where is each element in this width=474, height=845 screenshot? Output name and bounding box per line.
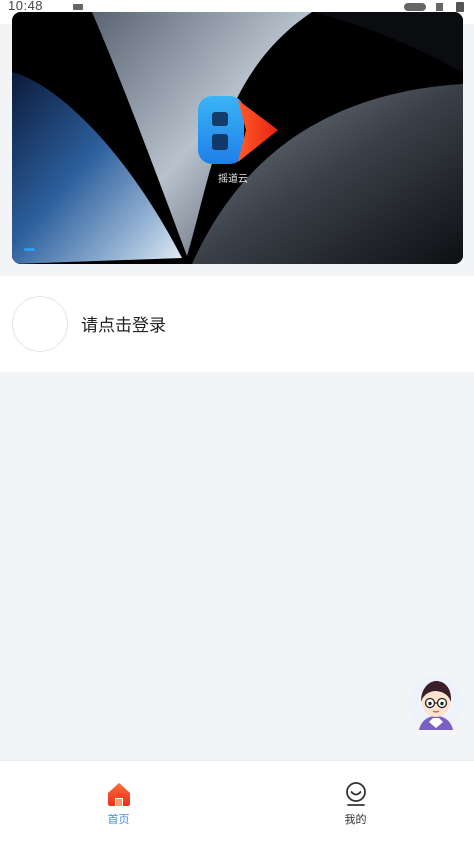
tab-home-label: 首页	[107, 813, 130, 826]
banner-carousel[interactable]: 摇道云	[12, 12, 463, 264]
banner-image	[12, 12, 463, 264]
login-row[interactable]: 请点击登录	[0, 276, 474, 372]
bottom-tab-bar: 首页 我的	[0, 760, 474, 845]
tab-home[interactable]: 首页	[0, 761, 237, 845]
carousel-indicator[interactable]	[24, 248, 35, 251]
notification-icon	[73, 4, 83, 10]
home-icon	[108, 783, 130, 806]
avatar[interactable]	[12, 296, 68, 352]
tab-mine-label: 我的	[344, 813, 367, 826]
network-icon	[404, 3, 426, 11]
battery-icon	[456, 2, 464, 12]
cartoon-assistant-icon	[419, 681, 453, 730]
tab-mine[interactable]: 我的	[237, 761, 474, 845]
signal-icon	[436, 3, 443, 11]
login-prompt[interactable]: 请点击登录	[81, 311, 166, 336]
smiley-profile-icon	[346, 782, 366, 806]
logo-caption: 摇道云	[218, 174, 248, 185]
assistant-floating-button[interactable]	[409, 676, 463, 730]
